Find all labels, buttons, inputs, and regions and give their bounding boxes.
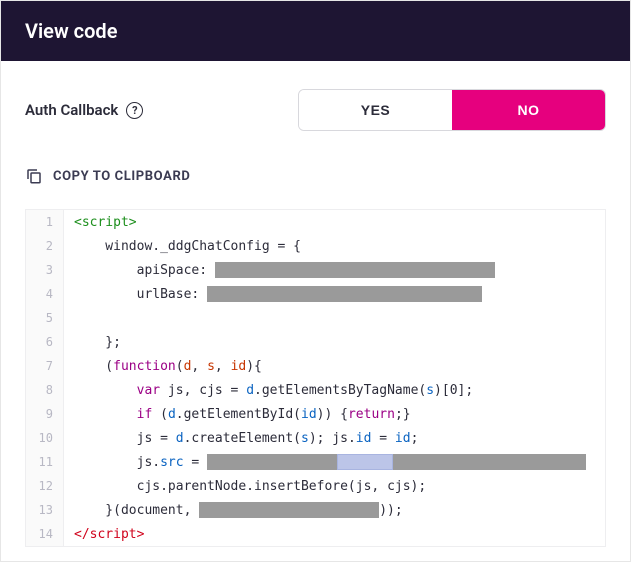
line-content: apiSpace: bbox=[64, 262, 605, 278]
line-content: <script> bbox=[64, 216, 605, 229]
code-line: 3 apiSpace: bbox=[26, 258, 605, 282]
line-number: 4 bbox=[26, 282, 64, 306]
line-number: 8 bbox=[26, 378, 64, 402]
yes-button[interactable]: YES bbox=[299, 90, 452, 130]
line-number: 1 bbox=[26, 210, 64, 234]
redacted-value-selected bbox=[337, 454, 393, 470]
line-number: 12 bbox=[26, 474, 64, 498]
line-number: 11 bbox=[26, 450, 64, 474]
auth-callback-label: Auth Callback bbox=[25, 101, 118, 119]
line-number: 5 bbox=[26, 306, 64, 330]
line-content: cjs.parentNode.insertBefore(js, cjs); bbox=[64, 480, 605, 493]
modal-header: View code bbox=[1, 1, 630, 61]
code-line: 1 <script> bbox=[26, 210, 605, 234]
line-content: }(document, )); bbox=[64, 502, 605, 518]
auth-callback-label-wrap: Auth Callback ? bbox=[25, 101, 143, 119]
code-line: 10 js = d.createElement(s); js.id = id; bbox=[26, 426, 605, 450]
code-line: 6 }; bbox=[26, 330, 605, 354]
code-block[interactable]: 1 <script> 2 window._ddgChatConfig = { 3… bbox=[25, 209, 606, 547]
code-line: 4 urlBase: bbox=[26, 282, 605, 306]
line-number: 2 bbox=[26, 234, 64, 258]
copy-label: COPY TO CLIPBOARD bbox=[53, 169, 190, 184]
modal-content: Auth Callback ? YES NO COPY TO CLIPBOARD… bbox=[1, 61, 630, 561]
line-number: 14 bbox=[26, 522, 64, 546]
copy-icon bbox=[25, 167, 43, 185]
line-content: window._ddgChatConfig = { bbox=[64, 240, 605, 253]
code-line: 12 cjs.parentNode.insertBefore(js, cjs); bbox=[26, 474, 605, 498]
line-content: urlBase: bbox=[64, 286, 605, 302]
line-content: var js, cjs = d.getElementsByTagName(s)[… bbox=[64, 384, 605, 397]
line-content: </script> bbox=[64, 528, 605, 541]
auth-callback-row: Auth Callback ? YES NO bbox=[25, 89, 606, 131]
line-number: 6 bbox=[26, 330, 64, 354]
line-content: js = d.createElement(s); js.id = id; bbox=[64, 432, 605, 445]
modal-title: View code bbox=[25, 19, 117, 43]
view-code-modal: View code Auth Callback ? YES NO COPY TO… bbox=[0, 0, 631, 562]
code-line: 11 js.src = bbox=[26, 450, 605, 474]
no-button[interactable]: NO bbox=[452, 90, 605, 130]
redacted-value bbox=[207, 454, 337, 470]
redacted-value bbox=[393, 454, 586, 470]
line-content: js.src = bbox=[64, 454, 605, 470]
auth-callback-toggle: YES NO bbox=[298, 89, 606, 131]
code-line: 5 bbox=[26, 306, 605, 330]
line-number: 3 bbox=[26, 258, 64, 282]
line-content: if (d.getElementById(id)) {return;} bbox=[64, 408, 605, 421]
redacted-value bbox=[215, 262, 495, 278]
code-line: 13 }(document, )); bbox=[26, 498, 605, 522]
code-line: 7 (function(d, s, id){ bbox=[26, 354, 605, 378]
redacted-value bbox=[199, 502, 379, 518]
line-content: (function(d, s, id){ bbox=[64, 360, 605, 373]
code-line: 2 window._ddgChatConfig = { bbox=[26, 234, 605, 258]
line-number: 10 bbox=[26, 426, 64, 450]
code-line: 9 if (d.getElementById(id)) {return;} bbox=[26, 402, 605, 426]
line-number: 9 bbox=[26, 402, 64, 426]
line-number: 13 bbox=[26, 498, 64, 522]
redacted-value bbox=[207, 286, 482, 302]
help-icon[interactable]: ? bbox=[126, 102, 143, 119]
code-line: 8 var js, cjs = d.getElementsByTagName(s… bbox=[26, 378, 605, 402]
line-number: 7 bbox=[26, 354, 64, 378]
line-content: }; bbox=[64, 336, 605, 349]
copy-to-clipboard-button[interactable]: COPY TO CLIPBOARD bbox=[25, 167, 606, 185]
code-line: 14 </script> bbox=[26, 522, 605, 546]
